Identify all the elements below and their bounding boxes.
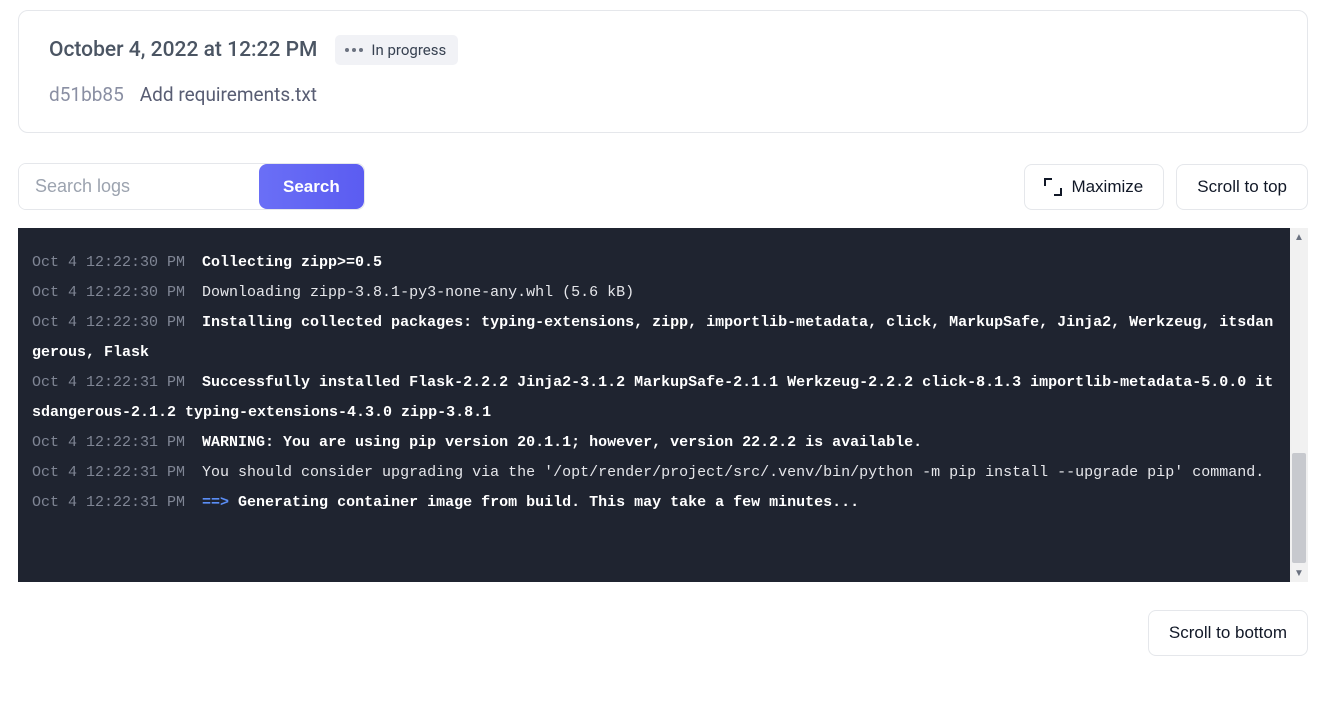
log-timestamp: Oct 4 12:22:31 PM bbox=[32, 434, 194, 451]
deploy-time: October 4, 2022 at 12:22 PM bbox=[49, 38, 317, 62]
log-timestamp: Oct 4 12:22:31 PM bbox=[32, 374, 194, 391]
scroll-to-top-button[interactable]: Scroll to top bbox=[1176, 164, 1308, 210]
maximize-icon bbox=[1045, 179, 1061, 195]
log-line: Oct 4 12:22:31 PM You should consider up… bbox=[32, 458, 1280, 488]
log-message: Successfully installed Flask-2.2.2 Jinja… bbox=[32, 374, 1273, 421]
footer-row: Scroll to bottom bbox=[18, 610, 1308, 656]
log-message: You should consider upgrading via the '/… bbox=[202, 464, 1264, 481]
maximize-button[interactable]: Maximize bbox=[1024, 164, 1164, 210]
log-timestamp: Oct 4 12:22:30 PM bbox=[32, 254, 194, 271]
log-wrapper: Oct 4 12:22:30 PM Collecting zipp>=0.5Oc… bbox=[18, 228, 1308, 582]
log-toolbar: Search Maximize Scroll to top bbox=[18, 163, 1308, 210]
log-line: Oct 4 12:22:30 PM Collecting zipp>=0.5 bbox=[32, 248, 1280, 278]
search-group: Search bbox=[18, 163, 365, 210]
log-viewer[interactable]: Oct 4 12:22:30 PM Collecting zipp>=0.5Oc… bbox=[18, 228, 1290, 582]
log-timestamp: Oct 4 12:22:31 PM bbox=[32, 464, 194, 481]
log-scrollbar[interactable]: ▲ ▼ bbox=[1290, 228, 1308, 582]
deploy-header: October 4, 2022 at 12:22 PM In progress bbox=[49, 35, 1277, 65]
scroll-to-bottom-button[interactable]: Scroll to bottom bbox=[1148, 610, 1308, 656]
deploy-card: October 4, 2022 at 12:22 PM In progress … bbox=[18, 10, 1308, 133]
scroll-down-arrow-icon[interactable]: ▼ bbox=[1290, 564, 1308, 582]
status-badge: In progress bbox=[335, 35, 458, 65]
log-message: Installing collected packages: typing-ex… bbox=[32, 314, 1273, 361]
search-button[interactable]: Search bbox=[259, 164, 364, 209]
log-line: Oct 4 12:22:31 PM WARNING: You are using… bbox=[32, 428, 1280, 458]
maximize-label: Maximize bbox=[1071, 177, 1143, 197]
scroll-thumb[interactable] bbox=[1292, 453, 1306, 563]
log-timestamp: Oct 4 12:22:30 PM bbox=[32, 284, 194, 301]
status-label: In progress bbox=[371, 41, 446, 59]
log-line: Oct 4 12:22:31 PM ==> Generating contain… bbox=[32, 488, 1280, 518]
log-timestamp: Oct 4 12:22:30 PM bbox=[32, 314, 194, 331]
commit-row: d51bb85 Add requirements.txt bbox=[49, 83, 1277, 106]
log-line: Oct 4 12:22:31 PM Successfully installed… bbox=[32, 368, 1280, 428]
log-message: Generating container image from build. T… bbox=[238, 494, 859, 511]
loading-dots-icon bbox=[345, 48, 363, 52]
search-input[interactable] bbox=[19, 164, 259, 209]
commit-message: Add requirements.txt bbox=[140, 83, 317, 106]
log-message: Collecting zipp>=0.5 bbox=[202, 254, 382, 271]
log-message: WARNING: You are using pip version 20.1.… bbox=[202, 434, 922, 451]
log-line: Oct 4 12:22:30 PM Downloading zipp-3.8.1… bbox=[32, 278, 1280, 308]
log-arrow-icon: ==> bbox=[202, 494, 238, 511]
commit-hash[interactable]: d51bb85 bbox=[49, 83, 124, 106]
log-timestamp: Oct 4 12:22:31 PM bbox=[32, 494, 194, 511]
log-message: Downloading zipp-3.8.1-py3-none-any.whl … bbox=[202, 284, 634, 301]
scroll-up-arrow-icon[interactable]: ▲ bbox=[1290, 228, 1308, 246]
log-line: Oct 4 12:22:30 PM Installing collected p… bbox=[32, 308, 1280, 368]
